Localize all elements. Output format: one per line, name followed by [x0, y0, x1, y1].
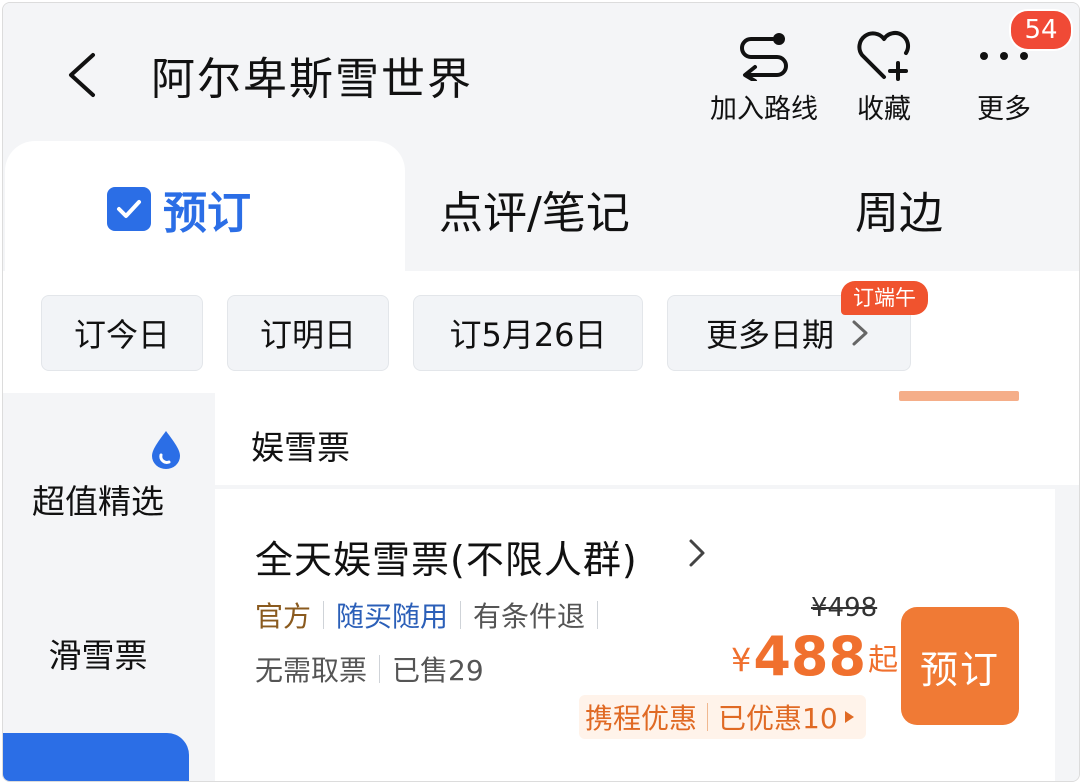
tab-bar: 预订 点评/笔记 周边 [3, 141, 1079, 271]
tab-nearby[interactable]: 周边 [855, 177, 943, 241]
price-value: 488 [753, 625, 867, 688]
top-bar: 阿尔卑斯雪世界 加入路线 收藏 更多 54 [3, 3, 1079, 143]
sidebar-item-selected[interactable] [3, 733, 189, 781]
tag-use-anytime: 随买随用 [336, 600, 449, 633]
back-arrow-icon [69, 53, 95, 97]
date-selector: 订今日 订明日 订5月26日 更多日期 订端午 [3, 271, 1079, 393]
promo-tag: 订端午 [841, 281, 928, 315]
section-header: 娱雪票 [215, 391, 1079, 485]
checkbox-icon [107, 187, 151, 231]
water-drop-icon [152, 431, 180, 469]
discount-value: 已优惠10 [718, 702, 838, 735]
tag-official: 官方 [255, 600, 312, 633]
tag-refund: 有条件退 [473, 600, 586, 633]
product-tags: 官方 随买随用 有条件退 [255, 595, 599, 635]
product-card[interactable]: 全天娱雪票(不限人群) 官方 随买随用 有条件退 无需取票 已售29 ¥498 … [215, 489, 1055, 781]
notification-badge: 54 [1009, 9, 1073, 51]
discount-badge[interactable]: 携程优惠 已优惠10 [579, 695, 866, 739]
product-info: 无需取票 已售29 [255, 649, 484, 689]
current-price: ¥ 488 起 [731, 627, 898, 687]
discount-label: 携程优惠 [585, 702, 698, 735]
favorite-button[interactable]: 收藏 [819, 27, 949, 126]
app-frame: 阿尔卑斯雪世界 加入路线 收藏 更多 54 预订 点评/笔记 周边 订今日 订明… [2, 2, 1080, 782]
scrolled-banner-edge [899, 391, 1019, 401]
heart-plus-icon [857, 31, 910, 81]
chevron-right-icon [852, 320, 868, 346]
content-area: 娱雪票 全天娱雪票(不限人群) 官方 随买随用 有条件退 无需取票 已售29 ¥… [215, 391, 1079, 781]
sold-count: 已售29 [392, 654, 484, 687]
more-dates-label: 更多日期 [705, 316, 834, 354]
tab-reviews[interactable]: 点评/笔记 [439, 177, 630, 241]
add-to-route-label: 加入路线 [710, 94, 818, 125]
tag-divider [597, 601, 599, 629]
more-label: 更多 [977, 94, 1031, 125]
no-pickup-label: 无需取票 [255, 654, 368, 687]
tab-booking[interactable]: 预订 [107, 177, 251, 241]
favorite-label: 收藏 [857, 94, 911, 125]
add-to-route-button[interactable]: 加入路线 [699, 27, 829, 126]
sidebar-item-best-value[interactable]: 超值精选 [3, 475, 193, 523]
date-chip-today[interactable]: 订今日 [41, 295, 203, 371]
caret-right-icon [844, 711, 854, 723]
page-title: 阿尔卑斯雪世界 [151, 54, 473, 105]
original-price: ¥498 [811, 593, 878, 623]
product-title[interactable]: 全天娱雪票(不限人群) [255, 529, 638, 584]
price-suffix: 起 [868, 643, 899, 678]
date-chip-may26[interactable]: 订5月26日 [413, 295, 643, 371]
route-icon [740, 33, 788, 81]
date-chip-tomorrow[interactable]: 订明日 [227, 295, 389, 371]
sidebar-item-ski-ticket[interactable]: 滑雪票 [3, 629, 193, 677]
book-button[interactable]: 预订 [901, 607, 1019, 725]
discount-divider [707, 703, 709, 731]
category-sidebar: 超值精选 滑雪票 [3, 393, 215, 781]
back-button[interactable] [61, 49, 105, 101]
tab-booking-label: 预订 [163, 188, 251, 239]
section-title: 娱雪票 [251, 428, 350, 467]
currency-symbol: ¥ [731, 641, 752, 679]
chevron-right-icon[interactable] [685, 533, 709, 573]
